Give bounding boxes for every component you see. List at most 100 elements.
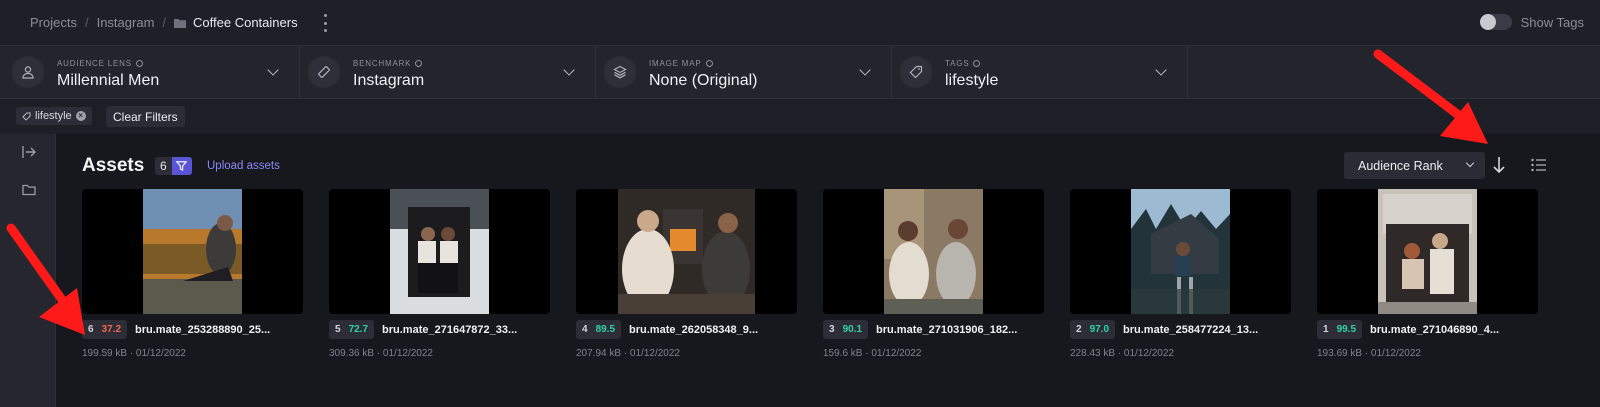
tag-icon: [900, 56, 932, 88]
asset-thumbnail[interactable]: [576, 189, 797, 314]
filter-bar: AUDIENCE LENS Millennial Men BENCHMARK I…: [0, 46, 1600, 99]
clear-filters-button[interactable]: Clear Filters: [106, 106, 185, 127]
sort-select[interactable]: Audience Rank: [1344, 152, 1485, 179]
breadcrumb-projects[interactable]: Projects: [30, 15, 77, 30]
rank-number: 5: [329, 320, 347, 339]
tag-chip-label: lifestyle: [35, 110, 72, 122]
show-tags-label: Show Tags: [1520, 14, 1584, 30]
rank-badge: 1 99.5: [1317, 320, 1363, 339]
asset-photo: [143, 189, 242, 314]
asset-meta-row: 6 37.2 bru.mate_253288890_25...: [82, 320, 303, 339]
audience-score: 37.2: [99, 320, 128, 339]
asset-photo: [1131, 189, 1230, 314]
filter-image-map[interactable]: IMAGE MAP None (Original): [596, 46, 892, 99]
filter-benchmark[interactable]: BENCHMARK Instagram: [300, 46, 596, 99]
rank-badge: 5 72.7: [329, 320, 375, 339]
asset-thumbnail[interactable]: [1317, 189, 1538, 314]
info-icon: [973, 60, 981, 67]
audience-score: 72.7: [346, 320, 375, 339]
asset-thumbnail[interactable]: [823, 189, 1044, 314]
tag-chip-lifestyle: lifestyle ×: [16, 107, 92, 125]
filter-label: BENCHMARK: [353, 59, 423, 68]
chevron-down-icon: [859, 64, 871, 76]
annotation-arrow-icon: [6, 223, 85, 335]
top-bar: Projects / Instagram / Coffee Containers…: [0, 0, 1600, 46]
asset-filename: bru.mate_258477224_13...: [1123, 323, 1259, 336]
assets-title: Assets: [82, 155, 145, 176]
tag-icon: [22, 112, 31, 121]
filter-icon[interactable]: [171, 157, 192, 175]
breadcrumb-separator: /: [162, 15, 167, 30]
asset-filename: bru.mate_271046890_4...: [1370, 323, 1500, 336]
asset-photo: [618, 189, 755, 314]
annotation-arrow-icon: [1373, 49, 1488, 144]
filter-audience-lens[interactable]: AUDIENCE LENS Millennial Men: [4, 46, 300, 99]
assets-count: 6: [155, 157, 172, 175]
show-tags-control: Show Tags: [1479, 14, 1584, 30]
breadcrumb: Projects / Instagram / Coffee Containers: [30, 15, 298, 30]
breadcrumb-separator: /: [84, 15, 89, 30]
rank-number: 3: [823, 320, 841, 339]
more-options-icon[interactable]: [322, 14, 328, 32]
asset-meta-row: 1 99.5 bru.mate_271046890_4...: [1317, 320, 1538, 339]
asset-thumbnail[interactable]: [329, 189, 550, 314]
user-icon: [12, 56, 44, 88]
upload-assets-link[interactable]: Upload assets: [207, 160, 280, 172]
audience-score: 90.1: [840, 320, 869, 339]
filter-value: Millennial Men: [57, 72, 160, 89]
asset-meta-row: 2 97.0 bru.mate_258477224_13...: [1070, 320, 1291, 339]
filter-tags[interactable]: TAGS lifestyle: [892, 46, 1188, 99]
folder-icon[interactable]: [21, 182, 37, 198]
chevron-down-icon: [1465, 158, 1475, 168]
filter-label: AUDIENCE LENS: [57, 59, 143, 68]
assets-count-badge[interactable]: 6: [155, 157, 192, 175]
asset-card[interactable]: 2 97.0 bru.mate_258477224_13... 228.43 k…: [1070, 189, 1291, 359]
remove-tag-icon[interactable]: ×: [75, 111, 86, 121]
active-filters-row: lifestyle ×: [0, 99, 1600, 134]
asset-meta-row: 4 89.5 bru.mate_262058348_9...: [576, 320, 797, 339]
asset-thumbnail[interactable]: [1070, 189, 1291, 314]
filter-value: None (Original): [649, 72, 758, 89]
rank-number: 1: [1317, 320, 1335, 339]
rank-number: 2: [1070, 320, 1088, 339]
info-icon: [705, 60, 713, 67]
asset-photo: [390, 189, 489, 314]
asset-size-date: 193.69 kB · 01/12/2022: [1317, 348, 1421, 359]
asset-thumbnail[interactable]: [82, 189, 303, 314]
folder-icon: [174, 18, 187, 28]
asset-filename: bru.mate_271647872_33...: [382, 323, 518, 336]
filter-value: lifestyle: [945, 72, 999, 89]
audience-score: 89.5: [593, 320, 622, 339]
asset-meta-row: 5 72.7 bru.mate_271647872_33...: [329, 320, 550, 339]
asset-size-date: 228.43 kB · 01/12/2022: [1070, 348, 1174, 359]
asset-card[interactable]: 5 72.7 bru.mate_271647872_33... 309.36 k…: [329, 189, 550, 359]
asset-card[interactable]: 6 37.2 bru.mate_253288890_25... 199.59 k…: [82, 189, 303, 359]
layers-icon: [604, 56, 636, 88]
asset-card[interactable]: 1 99.5 bru.mate_271046890_4... 193.69 kB…: [1317, 189, 1538, 359]
breadcrumb-instagram[interactable]: Instagram: [97, 15, 155, 30]
rank-badge: 2 97.0: [1070, 320, 1116, 339]
expand-sidebar-icon[interactable]: [21, 144, 37, 160]
asset-size-date: 207.94 kB · 01/12/2022: [576, 348, 680, 359]
chevron-down-icon: [1155, 64, 1167, 76]
rank-number: 4: [576, 320, 594, 339]
audience-score: 97.0: [1087, 320, 1116, 339]
asset-size-date: 199.59 kB · 01/12/2022: [82, 348, 186, 359]
ruler-icon: [308, 56, 340, 88]
asset-size-date: 159.6 kB · 01/12/2022: [823, 348, 922, 359]
asset-card[interactable]: 4 89.5 bru.mate_262058348_9... 207.94 kB…: [576, 189, 797, 359]
asset-photo: [884, 189, 983, 314]
rank-badge: 3 90.1: [823, 320, 869, 339]
filter-label: IMAGE MAP: [649, 59, 713, 68]
filter-value: Instagram: [353, 72, 425, 89]
show-tags-toggle[interactable]: [1479, 14, 1512, 30]
asset-filename: bru.mate_271031906_182...: [876, 323, 1018, 336]
asset-meta-row: 3 90.1 bru.mate_271031906_182...: [823, 320, 1044, 339]
sort-direction-icon[interactable]: [1491, 155, 1507, 175]
filter-label: TAGS: [945, 59, 981, 68]
info-icon: [415, 60, 423, 67]
asset-card[interactable]: 3 90.1 bru.mate_271031906_182... 159.6 k…: [823, 189, 1044, 359]
info-icon: [135, 60, 143, 67]
list-view-icon[interactable]: [1531, 158, 1546, 172]
breadcrumb-current-label: Coffee Containers: [193, 15, 298, 30]
